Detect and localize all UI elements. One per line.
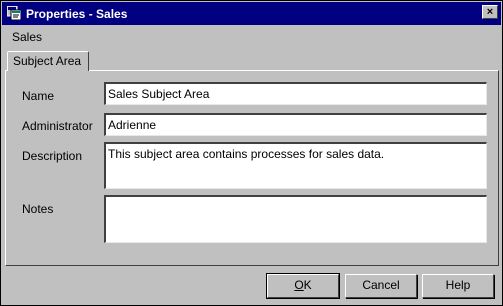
- properties-dialog: Properties - Sales × Sales Subject Area …: [0, 0, 503, 306]
- ok-label: K: [303, 278, 312, 292]
- close-button[interactable]: ×: [482, 5, 498, 19]
- administrator-label: Administrator: [22, 119, 93, 133]
- tab-subject-area[interactable]: Subject Area: [7, 51, 89, 71]
- name-label: Name: [22, 89, 55, 103]
- description-label: Description: [22, 149, 83, 163]
- ok-button[interactable]: OK: [266, 273, 340, 299]
- administrator-field[interactable]: Adrienne: [104, 113, 487, 136]
- name-field[interactable]: Sales Subject Area: [104, 82, 487, 105]
- notes-field[interactable]: [104, 195, 487, 243]
- close-icon: ×: [486, 6, 494, 18]
- ok-mnemonic: O: [294, 278, 304, 292]
- notes-label: Notes: [22, 202, 54, 216]
- tab-label: Subject Area: [13, 54, 82, 68]
- cancel-button[interactable]: Cancel: [345, 274, 417, 298]
- title-bar[interactable]: Properties - Sales ×: [2, 2, 501, 25]
- description-field[interactable]: This subject area contains processes for…: [104, 142, 487, 189]
- object-name: Sales: [12, 30, 43, 44]
- properties-window-icon: [7, 6, 21, 20]
- window-title: Properties - Sales: [26, 7, 128, 21]
- help-button[interactable]: Help: [422, 274, 494, 298]
